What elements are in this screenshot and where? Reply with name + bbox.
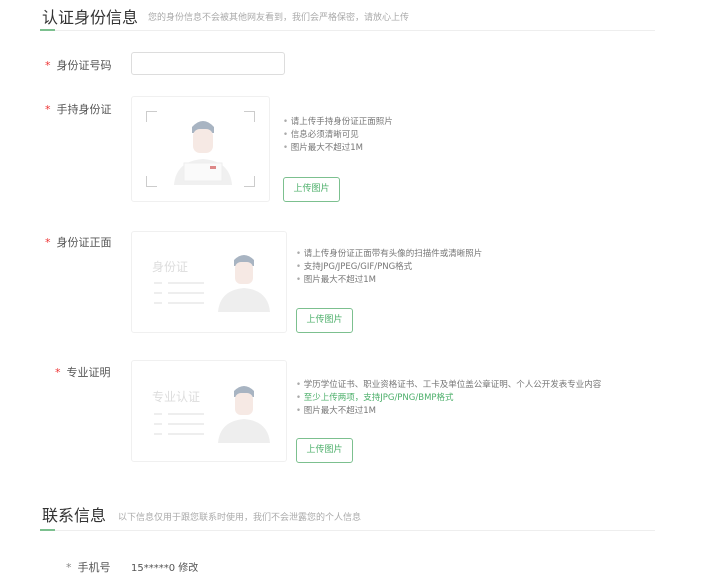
card-placeholder-text: 身份证 — [152, 260, 189, 274]
identity-section-subtitle: 您的身份信息不会被其他网友看到，我们会严格保密，请放心上传 — [148, 13, 410, 23]
corner-mark — [146, 176, 157, 187]
upload-professional-cert-button[interactable]: 上传图片 — [296, 438, 353, 463]
tip: 请上传身份证正面带有头像的扫描件或清晰照片 — [296, 248, 483, 261]
upload-id-front-button[interactable]: 上传图片 — [296, 308, 353, 333]
id-front-label: * 身份证正面 — [45, 234, 112, 250]
tip: 学历学位证书、职业资格证书、工卡及单位盖公章证明、个人公开发表专业内容 — [296, 379, 602, 392]
id-front-tips: 请上传身份证正面带有头像的扫描件或清晰照片 支持JPG/JPEG/GIF/PNG… — [296, 248, 483, 287]
professional-cert-label: * 专业证明 — [55, 364, 111, 380]
corner-mark — [146, 111, 157, 122]
card-placeholder-text: 专业认证 — [152, 390, 201, 404]
contact-section-title: 联系信息 — [42, 506, 107, 525]
avatar-icon — [218, 255, 270, 312]
person-holding-id-icon — [174, 121, 232, 185]
id-number-input[interactable] — [131, 52, 285, 75]
label-text: 身份证号码 — [56, 59, 112, 72]
identity-section-title: 认证身份信息 — [42, 8, 139, 27]
phone-label: * 手机号 — [66, 559, 111, 575]
tip: 信息必须清晰可见 — [283, 129, 393, 142]
label-text: 身份证正面 — [56, 236, 112, 249]
section-accent — [40, 529, 55, 531]
corner-mark — [244, 176, 255, 187]
handheld-id-preview[interactable] — [131, 96, 270, 202]
required-mark: * — [45, 103, 51, 116]
label-text: 手持身份证 — [56, 103, 112, 116]
handheld-id-label: * 手持身份证 — [45, 101, 112, 117]
tip: 图片最大不超过1M — [296, 405, 601, 418]
tip: 支持JPG/JPEG/GIF/PNG格式 — [296, 261, 482, 274]
phone-value: 15*****0 — [131, 563, 176, 574]
label-text: 专业证明 — [66, 366, 111, 379]
id-front-preview[interactable]: 身份证 — [131, 231, 287, 333]
tip: 至少上传两项，支持JPG/PNG/BMP格式 — [296, 392, 601, 405]
phone-value-row: 15*****0 修改 — [131, 559, 198, 574]
tip: 图片最大不超过1M — [296, 274, 482, 287]
professional-cert-preview[interactable]: 专业认证 — [131, 360, 287, 462]
professional-cert-tips: 学历学位证书、职业资格证书、工卡及单位盖公章证明、个人公开发表专业内容 至少上传… — [296, 379, 602, 418]
upload-handheld-button[interactable]: 上传图片 — [283, 177, 340, 202]
divider — [40, 30, 655, 31]
required-mark: * — [66, 561, 72, 574]
required-mark: * — [45, 236, 51, 249]
id-number-label: * 身份证号码 — [45, 57, 112, 73]
tip: 请上传手持身份证正面照片 — [283, 116, 393, 129]
label-text: 手机号 — [77, 561, 111, 574]
section-accent — [40, 29, 55, 31]
corner-mark — [244, 111, 255, 122]
avatar-icon — [218, 386, 270, 443]
handheld-id-tips: 请上传手持身份证正面照片 信息必须清晰可见 图片最大不超过1M — [283, 116, 393, 155]
tip: 图片最大不超过1M — [283, 142, 393, 155]
edit-phone-link[interactable]: 修改 — [178, 563, 198, 574]
contact-section-subtitle: 以下信息仅用于跟您联系时使用，我们不会泄露您的个人信息 — [118, 513, 362, 523]
divider — [40, 530, 655, 531]
required-mark: * — [55, 366, 61, 379]
required-mark: * — [45, 59, 51, 72]
